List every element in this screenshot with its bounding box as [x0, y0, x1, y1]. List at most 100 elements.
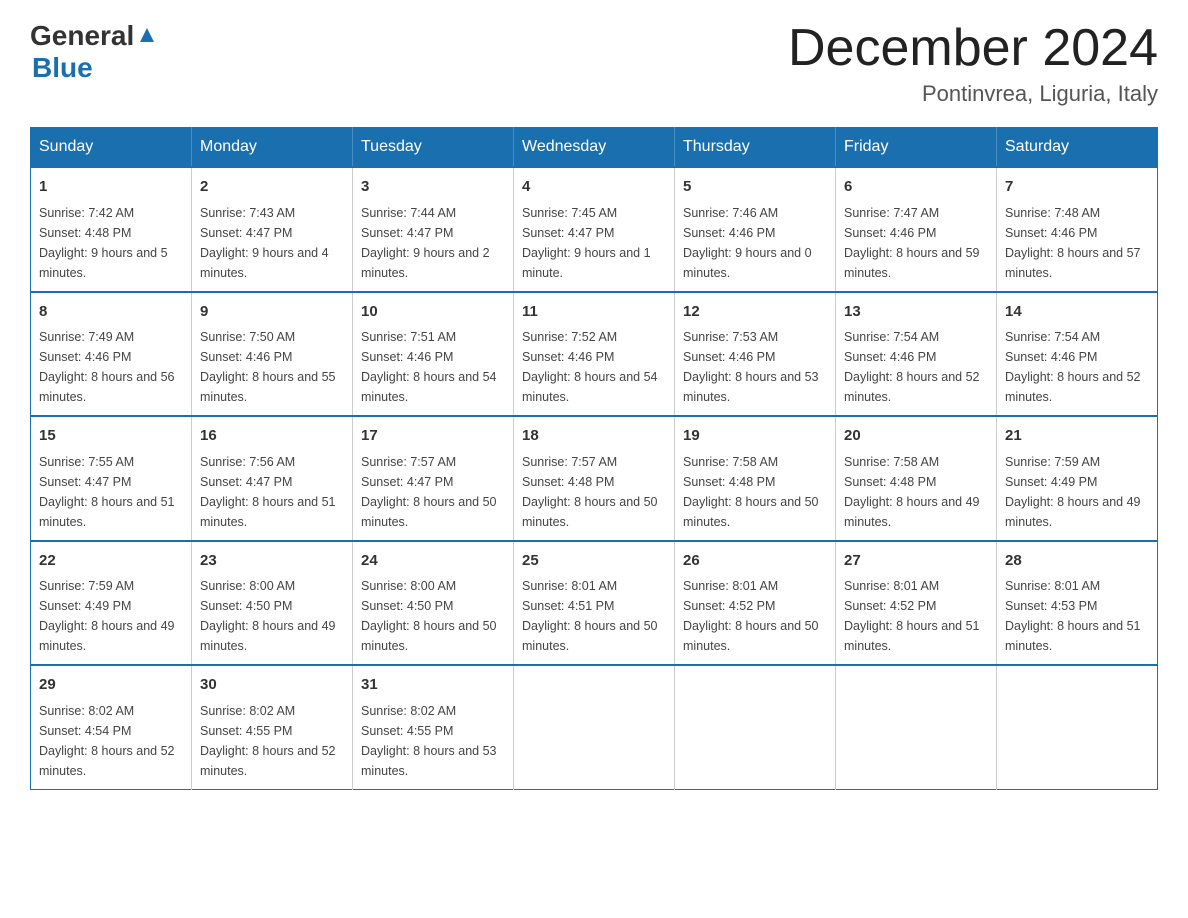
day-number: 10 [361, 301, 505, 324]
logo: General Blue [30, 20, 158, 84]
day-number: 23 [200, 550, 344, 573]
day-info: Sunrise: 7:43 AMSunset: 4:47 PMDaylight:… [200, 206, 329, 280]
day-cell: 17 Sunrise: 7:57 AMSunset: 4:47 PMDaylig… [353, 416, 514, 541]
day-info: Sunrise: 7:57 AMSunset: 4:48 PMDaylight:… [522, 455, 658, 529]
day-info: Sunrise: 7:45 AMSunset: 4:47 PMDaylight:… [522, 206, 651, 280]
day-cell: 28 Sunrise: 8:01 AMSunset: 4:53 PMDaylig… [997, 541, 1158, 666]
day-number: 4 [522, 176, 666, 199]
day-info: Sunrise: 8:01 AMSunset: 4:52 PMDaylight:… [844, 579, 980, 653]
day-info: Sunrise: 7:52 AMSunset: 4:46 PMDaylight:… [522, 330, 658, 404]
day-info: Sunrise: 8:01 AMSunset: 4:53 PMDaylight:… [1005, 579, 1141, 653]
day-number: 1 [39, 176, 183, 199]
day-cell: 12 Sunrise: 7:53 AMSunset: 4:46 PMDaylig… [675, 292, 836, 417]
day-number: 7 [1005, 176, 1149, 199]
day-info: Sunrise: 8:02 AMSunset: 4:55 PMDaylight:… [361, 704, 497, 778]
day-cell [514, 665, 675, 789]
header-cell-tuesday: Tuesday [353, 128, 514, 168]
day-number: 29 [39, 674, 183, 697]
day-cell: 3 Sunrise: 7:44 AMSunset: 4:47 PMDayligh… [353, 167, 514, 292]
day-cell: 20 Sunrise: 7:58 AMSunset: 4:48 PMDaylig… [836, 416, 997, 541]
header-cell-thursday: Thursday [675, 128, 836, 168]
day-info: Sunrise: 7:57 AMSunset: 4:47 PMDaylight:… [361, 455, 497, 529]
day-cell: 8 Sunrise: 7:49 AMSunset: 4:46 PMDayligh… [31, 292, 192, 417]
day-info: Sunrise: 8:00 AMSunset: 4:50 PMDaylight:… [200, 579, 336, 653]
day-number: 15 [39, 425, 183, 448]
day-info: Sunrise: 7:46 AMSunset: 4:46 PMDaylight:… [683, 206, 812, 280]
day-number: 9 [200, 301, 344, 324]
header-cell-sunday: Sunday [31, 128, 192, 168]
header-cell-wednesday: Wednesday [514, 128, 675, 168]
day-cell: 10 Sunrise: 7:51 AMSunset: 4:46 PMDaylig… [353, 292, 514, 417]
day-cell: 31 Sunrise: 8:02 AMSunset: 4:55 PMDaylig… [353, 665, 514, 789]
day-number: 26 [683, 550, 827, 573]
day-cell: 19 Sunrise: 7:58 AMSunset: 4:48 PMDaylig… [675, 416, 836, 541]
day-number: 20 [844, 425, 988, 448]
subtitle: Pontinvrea, Liguria, Italy [788, 81, 1158, 107]
day-info: Sunrise: 8:00 AMSunset: 4:50 PMDaylight:… [361, 579, 497, 653]
day-number: 19 [683, 425, 827, 448]
day-cell: 6 Sunrise: 7:47 AMSunset: 4:46 PMDayligh… [836, 167, 997, 292]
day-info: Sunrise: 7:54 AMSunset: 4:46 PMDaylight:… [1005, 330, 1141, 404]
logo-general-text: General [30, 20, 134, 52]
day-info: Sunrise: 7:48 AMSunset: 4:46 PMDaylight:… [1005, 206, 1141, 280]
day-info: Sunrise: 8:02 AMSunset: 4:54 PMDaylight:… [39, 704, 175, 778]
day-number: 3 [361, 176, 505, 199]
day-cell: 5 Sunrise: 7:46 AMSunset: 4:46 PMDayligh… [675, 167, 836, 292]
title-block: December 2024 Pontinvrea, Liguria, Italy [788, 20, 1158, 107]
day-number: 13 [844, 301, 988, 324]
day-cell: 7 Sunrise: 7:48 AMSunset: 4:46 PMDayligh… [997, 167, 1158, 292]
day-cell: 29 Sunrise: 8:02 AMSunset: 4:54 PMDaylig… [31, 665, 192, 789]
day-cell: 25 Sunrise: 8:01 AMSunset: 4:51 PMDaylig… [514, 541, 675, 666]
calendar-body: 1 Sunrise: 7:42 AMSunset: 4:48 PMDayligh… [31, 167, 1158, 789]
day-cell: 23 Sunrise: 8:00 AMSunset: 4:50 PMDaylig… [192, 541, 353, 666]
day-number: 30 [200, 674, 344, 697]
day-info: Sunrise: 7:44 AMSunset: 4:47 PMDaylight:… [361, 206, 490, 280]
day-number: 2 [200, 176, 344, 199]
day-cell: 30 Sunrise: 8:02 AMSunset: 4:55 PMDaylig… [192, 665, 353, 789]
logo-blue-text: Blue [32, 52, 93, 84]
day-cell: 2 Sunrise: 7:43 AMSunset: 4:47 PMDayligh… [192, 167, 353, 292]
day-cell: 14 Sunrise: 7:54 AMSunset: 4:46 PMDaylig… [997, 292, 1158, 417]
header-cell-saturday: Saturday [997, 128, 1158, 168]
header-row: SundayMondayTuesdayWednesdayThursdayFrid… [31, 128, 1158, 168]
day-info: Sunrise: 7:53 AMSunset: 4:46 PMDaylight:… [683, 330, 819, 404]
day-number: 16 [200, 425, 344, 448]
day-cell [675, 665, 836, 789]
day-info: Sunrise: 8:02 AMSunset: 4:55 PMDaylight:… [200, 704, 336, 778]
day-cell: 24 Sunrise: 8:00 AMSunset: 4:50 PMDaylig… [353, 541, 514, 666]
header-cell-friday: Friday [836, 128, 997, 168]
day-info: Sunrise: 8:01 AMSunset: 4:52 PMDaylight:… [683, 579, 819, 653]
day-info: Sunrise: 7:59 AMSunset: 4:49 PMDaylight:… [1005, 455, 1141, 529]
day-number: 24 [361, 550, 505, 573]
day-cell: 13 Sunrise: 7:54 AMSunset: 4:46 PMDaylig… [836, 292, 997, 417]
day-info: Sunrise: 7:49 AMSunset: 4:46 PMDaylight:… [39, 330, 175, 404]
day-info: Sunrise: 7:59 AMSunset: 4:49 PMDaylight:… [39, 579, 175, 653]
day-info: Sunrise: 7:42 AMSunset: 4:48 PMDaylight:… [39, 206, 168, 280]
day-number: 5 [683, 176, 827, 199]
day-cell: 1 Sunrise: 7:42 AMSunset: 4:48 PMDayligh… [31, 167, 192, 292]
calendar-table: SundayMondayTuesdayWednesdayThursdayFrid… [30, 127, 1158, 790]
day-info: Sunrise: 7:51 AMSunset: 4:46 PMDaylight:… [361, 330, 497, 404]
day-cell: 27 Sunrise: 8:01 AMSunset: 4:52 PMDaylig… [836, 541, 997, 666]
day-cell: 16 Sunrise: 7:56 AMSunset: 4:47 PMDaylig… [192, 416, 353, 541]
day-cell: 22 Sunrise: 7:59 AMSunset: 4:49 PMDaylig… [31, 541, 192, 666]
day-number: 21 [1005, 425, 1149, 448]
week-row-1: 1 Sunrise: 7:42 AMSunset: 4:48 PMDayligh… [31, 167, 1158, 292]
main-title: December 2024 [788, 20, 1158, 77]
day-number: 18 [522, 425, 666, 448]
day-cell [997, 665, 1158, 789]
day-number: 27 [844, 550, 988, 573]
week-row-4: 22 Sunrise: 7:59 AMSunset: 4:49 PMDaylig… [31, 541, 1158, 666]
day-number: 17 [361, 425, 505, 448]
day-cell: 15 Sunrise: 7:55 AMSunset: 4:47 PMDaylig… [31, 416, 192, 541]
day-info: Sunrise: 7:50 AMSunset: 4:46 PMDaylight:… [200, 330, 336, 404]
header-cell-monday: Monday [192, 128, 353, 168]
day-number: 11 [522, 301, 666, 324]
day-cell: 18 Sunrise: 7:57 AMSunset: 4:48 PMDaylig… [514, 416, 675, 541]
day-cell: 21 Sunrise: 7:59 AMSunset: 4:49 PMDaylig… [997, 416, 1158, 541]
week-row-3: 15 Sunrise: 7:55 AMSunset: 4:47 PMDaylig… [31, 416, 1158, 541]
day-cell: 26 Sunrise: 8:01 AMSunset: 4:52 PMDaylig… [675, 541, 836, 666]
day-number: 31 [361, 674, 505, 697]
day-cell: 9 Sunrise: 7:50 AMSunset: 4:46 PMDayligh… [192, 292, 353, 417]
day-cell: 11 Sunrise: 7:52 AMSunset: 4:46 PMDaylig… [514, 292, 675, 417]
